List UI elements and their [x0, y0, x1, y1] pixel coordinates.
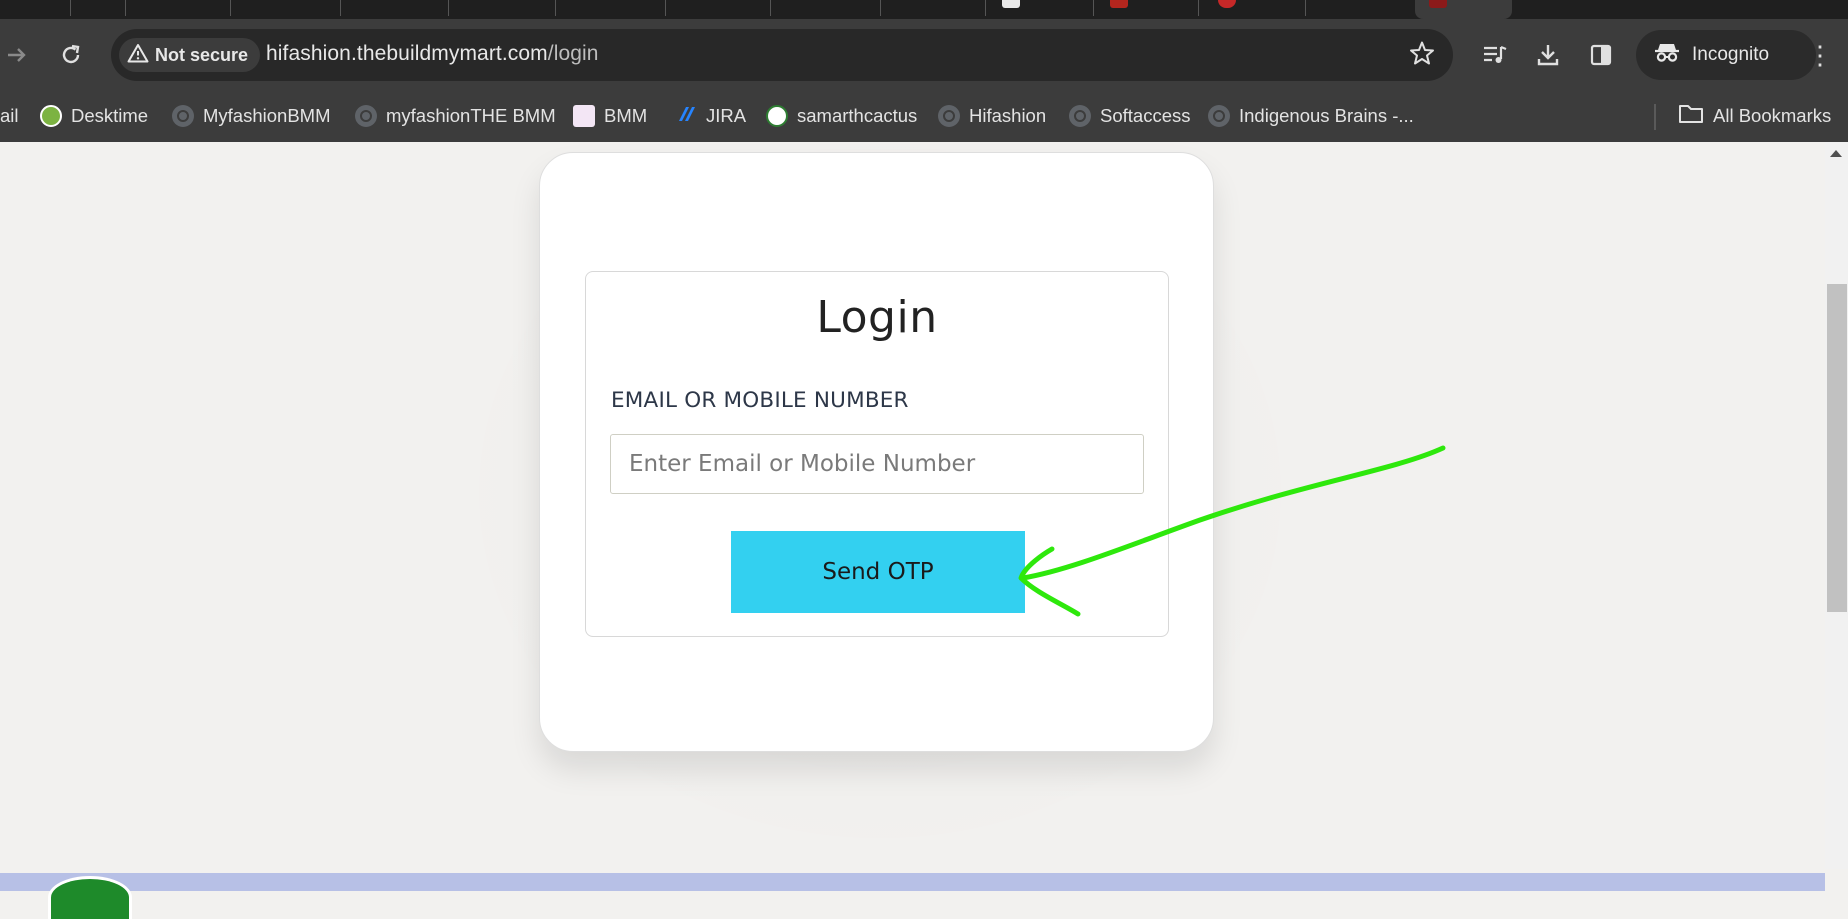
tab-separator — [770, 0, 771, 16]
chat-widget-icon[interactable] — [48, 876, 132, 919]
bookmark-item[interactable]: Softaccess — [1069, 101, 1191, 131]
bookmark-item[interactable]: BMM — [573, 101, 647, 131]
side-panel-icon[interactable] — [1584, 38, 1618, 72]
reload-icon[interactable] — [54, 38, 88, 72]
scrollbar-thumb[interactable] — [1827, 284, 1847, 612]
active-tab[interactable] — [1415, 0, 1512, 19]
bookmark-label: MyfashionBMM — [203, 105, 331, 126]
cactus-icon — [766, 105, 788, 127]
tab-separator — [985, 0, 986, 16]
bookmark-label: JIRA — [706, 105, 747, 126]
tab-separator — [665, 0, 666, 16]
tab-favicon-icon[interactable] — [1002, 0, 1020, 8]
bookmark-label: BMM — [604, 105, 648, 126]
scroll-up-arrow-icon[interactable] — [1830, 150, 1842, 157]
downloads-icon[interactable] — [1531, 38, 1565, 72]
globe-icon — [1069, 105, 1091, 127]
address-bar[interactable]: Not secure hifashion.thebuildmymart.com/… — [111, 29, 1453, 81]
bookmark-item[interactable]: Hifashion — [938, 101, 1046, 131]
browser-toolbar: Not secure hifashion.thebuildmymart.com/… — [0, 19, 1848, 91]
tab-favicon-icon — [1429, 0, 1447, 8]
incognito-icon — [1654, 41, 1680, 69]
email-or-mobile-input[interactable] — [610, 434, 1144, 494]
bmm-icon — [573, 105, 595, 127]
tab-separator — [555, 0, 556, 16]
tab-separator — [1305, 0, 1306, 16]
tab-strip — [0, 0, 1848, 19]
url-host: hifashion.thebuildmymart.com — [266, 42, 548, 65]
bookmarks-divider — [1654, 104, 1656, 130]
send-otp-button[interactable]: Send OTP — [731, 531, 1025, 613]
page-viewport: Login EMAIL OR MOBILE NUMBER Send OTP — [0, 142, 1848, 891]
email-field-label: EMAIL OR MOBILE NUMBER — [611, 388, 909, 413]
tab-separator — [340, 0, 341, 16]
bookmark-star-icon[interactable] — [1409, 40, 1435, 72]
bookmark-item[interactable]: Desktime — [40, 101, 148, 131]
bookmark-item[interactable]: samarthcactus — [766, 101, 917, 131]
bookmark-item[interactable]: JIRA — [675, 101, 746, 131]
all-bookmarks-button[interactable]: All Bookmarks — [1678, 101, 1831, 131]
tab-separator — [448, 0, 449, 16]
bookmark-label: Indigenous Brains -... — [1239, 105, 1414, 126]
folder-icon — [1678, 103, 1704, 130]
globe-icon — [355, 105, 377, 127]
media-controls-icon[interactable] — [1478, 38, 1512, 72]
bookmark-label: Softaccess — [1100, 105, 1191, 126]
security-indicator[interactable]: Not secure — [119, 38, 261, 72]
page-footer — [0, 873, 1825, 891]
warning-icon — [127, 43, 149, 68]
bookmark-label: ail — [0, 105, 19, 126]
url-text[interactable]: hifashion.thebuildmymart.com/login — [266, 42, 599, 66]
globe-icon — [938, 105, 960, 127]
tab-separator — [70, 0, 71, 16]
bookmark-item[interactable]: myfashionTHE BMM — [355, 101, 556, 131]
kebab-menu-icon[interactable]: ⋮ — [1805, 38, 1835, 72]
all-bookmarks-label: All Bookmarks — [1713, 105, 1832, 126]
tab-separator — [880, 0, 881, 16]
tab-separator — [125, 0, 126, 16]
bookmark-item[interactable]: ail — [0, 101, 19, 131]
login-card: Login EMAIL OR MOBILE NUMBER Send OTP — [539, 152, 1214, 752]
tab-favicon-icon[interactable] — [1218, 0, 1236, 8]
tab-separator — [1093, 0, 1094, 16]
bookmark-item[interactable]: MyfashionBMM — [172, 101, 330, 131]
page-title: Login — [816, 292, 938, 343]
tab-favicon-icon[interactable] — [1110, 0, 1128, 8]
security-label: Not secure — [155, 44, 249, 65]
jira-icon — [675, 103, 697, 130]
bookmark-label: myfashionTHE BMM — [386, 105, 556, 126]
forward-icon[interactable] — [0, 38, 34, 72]
bookmark-item[interactable]: Indigenous Brains -... — [1208, 101, 1414, 131]
bookmarks-bar: ail Desktime MyfashionBMM myfashionTHE B… — [0, 91, 1848, 142]
tab-separator — [1198, 0, 1199, 16]
globe-icon — [172, 105, 194, 127]
globe-icon — [1208, 105, 1230, 127]
bookmark-label: samarthcactus — [797, 105, 918, 126]
url-path: /login — [547, 42, 599, 65]
tab-separator — [230, 0, 231, 16]
bookmark-label: Desktime — [71, 105, 149, 126]
login-form: Login EMAIL OR MOBILE NUMBER Send OTP — [585, 271, 1169, 637]
incognito-label: Incognito — [1692, 44, 1770, 65]
desktime-icon — [40, 105, 62, 127]
bookmark-label: Hifashion — [969, 105, 1047, 126]
incognito-profile-button[interactable]: Incognito — [1636, 30, 1816, 80]
